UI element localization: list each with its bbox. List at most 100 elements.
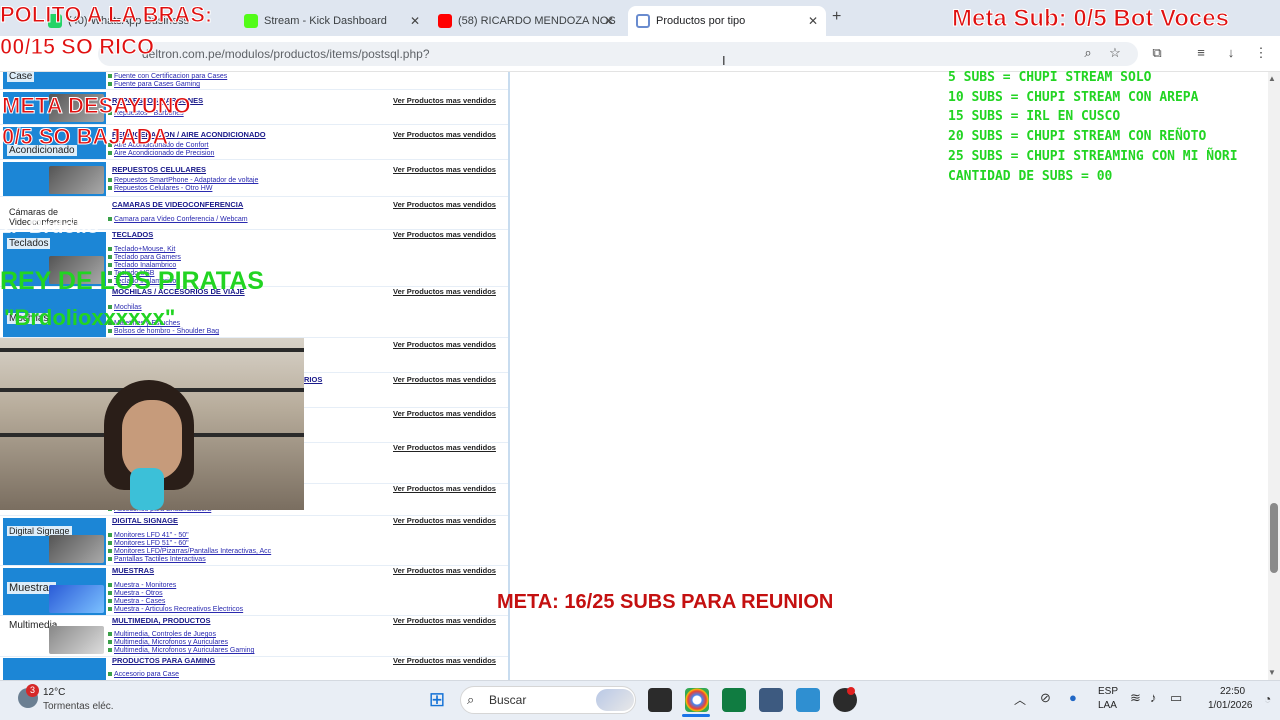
- view-top-products-link[interactable]: Ver Productos mas vendidos: [393, 375, 496, 384]
- product-image: [49, 626, 104, 654]
- view-top-products-link[interactable]: Ver Productos mas vendidos: [393, 230, 496, 239]
- close-tab-icon[interactable]: ✕: [604, 14, 614, 28]
- language-indicator[interactable]: ESP: [1098, 686, 1118, 697]
- new-tab-icon[interactable]: +: [832, 8, 841, 26]
- subcategory-link[interactable]: Muestra - Articulos Recreativos Electric…: [108, 606, 243, 613]
- category-link[interactable]: RIOS: [304, 375, 322, 384]
- calculator-icon[interactable]: [759, 688, 783, 712]
- view-top-products-link[interactable]: Ver Productos mas vendidos: [393, 287, 496, 296]
- battery-icon[interactable]: ▭: [1170, 690, 1182, 706]
- category-thumbnail[interactable]: Multimedia: [3, 618, 106, 656]
- bookmark-star-icon[interactable]: ☆: [1106, 44, 1124, 62]
- youtube-icon: [438, 14, 452, 28]
- extensions-icon[interactable]: ⧉: [1148, 44, 1166, 62]
- subcategory-link[interactable]: Fuente para Cases Gaming: [108, 81, 200, 88]
- subcategory-link[interactable]: Multimedia, Microfonos y Auriculares: [108, 639, 228, 646]
- view-top-products-link[interactable]: Ver Productos mas vendidos: [393, 616, 496, 625]
- category-link[interactable]: MULTIMEDIA, PRODUCTOS: [112, 616, 210, 625]
- weather-description[interactable]: Tormentas eléc.: [43, 701, 114, 712]
- webcam-feed: [0, 338, 304, 510]
- tab-productos[interactable]: Productos por tipo ✕: [628, 6, 826, 36]
- category-link[interactable]: PRODUCTOS PARA GAMING: [112, 656, 215, 665]
- subcategory-link[interactable]: Fuente con Certificacion para Cases: [108, 73, 227, 80]
- table-row: Muestras MUESTRAS Ver Productos mas vend…: [0, 566, 508, 616]
- view-top-products-link[interactable]: Ver Productos mas vendidos: [393, 165, 496, 174]
- view-top-products-link[interactable]: Ver Productos mas vendidos: [393, 484, 496, 493]
- subcategory-link[interactable]: Teclado para Gamers: [108, 254, 181, 261]
- category-thumbnail[interactable]: Digital Signage: [3, 518, 106, 565]
- scrollbar[interactable]: [1268, 72, 1280, 680]
- volume-icon[interactable]: ♪: [1150, 690, 1157, 705]
- table-row: Multimedia MULTIMEDIA, PRODUCTOS Ver Pro…: [0, 616, 508, 657]
- view-top-products-link[interactable]: Ver Productos mas vendidos: [393, 443, 496, 452]
- view-top-products-link[interactable]: Ver Productos mas vendidos: [393, 516, 496, 525]
- subcategory-link[interactable]: Muestra - Otros: [108, 590, 163, 597]
- clock-time[interactable]: 22:50: [1220, 686, 1245, 697]
- address-bar[interactable]: deltron.com.pe/modulos/productos/items/p…: [98, 42, 1138, 66]
- network-off-icon[interactable]: ⊘: [1040, 690, 1051, 706]
- category-link[interactable]: TECLADOS: [112, 230, 153, 239]
- weather-temperature[interactable]: 12°C: [43, 687, 65, 698]
- notification-icon[interactable]: ◔: [1264, 692, 1271, 706]
- subcategory-link[interactable]: Repuestos Celulares - Otro HW: [108, 185, 212, 192]
- file-explorer-icon[interactable]: [648, 688, 672, 712]
- category-thumbnail[interactable]: Muestras: [3, 568, 106, 615]
- scrollbar-thumb[interactable]: [1270, 503, 1278, 573]
- polito-goal-count: 00/15 SO RICO: [0, 34, 155, 60]
- subcategory-link[interactable]: Accesorio para Case: [108, 671, 179, 678]
- category-thumbnail[interactable]: [3, 658, 106, 680]
- microphone-icon[interactable]: ●: [1069, 690, 1077, 705]
- meta-desayuno-count: 0/5 SO BAJADA: [1, 124, 169, 150]
- keyboard-layout[interactable]: LAA: [1098, 700, 1117, 711]
- category-link[interactable]: REPUESTOS CELULARES: [112, 165, 206, 174]
- subcategory-link[interactable]: Teclado+Mouse, Kit: [108, 246, 175, 253]
- close-tab-icon[interactable]: ✕: [808, 14, 818, 28]
- subcategory-link[interactable]: Monitores LFD 41" - 50": [108, 532, 189, 539]
- chevron-up-icon[interactable]: ︿: [1014, 691, 1026, 708]
- menu-icon[interactable]: ⋮: [1252, 44, 1270, 62]
- close-tab-icon[interactable]: ✕: [410, 14, 420, 28]
- chrome-icon[interactable]: [685, 688, 709, 712]
- view-top-products-link[interactable]: Ver Productos mas vendidos: [393, 566, 496, 575]
- subcategory-link[interactable]: Pantallas Tactiles Interactivas: [108, 556, 206, 563]
- category-thumbnail[interactable]: Case: [3, 72, 106, 89]
- subcategory-link[interactable]: Multimedia, Microfonos y Auriculares Gam…: [108, 647, 254, 654]
- search-highlight-icon: [596, 689, 634, 711]
- sub-goal-item: CANTIDAD DE SUBS = 00: [948, 168, 1113, 184]
- notepad-icon[interactable]: [796, 688, 820, 712]
- view-top-products-link[interactable]: Ver Productos mas vendidos: [393, 200, 496, 209]
- view-top-products-link[interactable]: Ver Productos mas vendidos: [393, 130, 496, 139]
- view-top-products-link[interactable]: Ver Productos mas vendidos: [393, 656, 496, 665]
- meta-desayuno-title: META DESAYUNO: [2, 93, 192, 119]
- category-thumbnail[interactable]: [3, 162, 106, 196]
- category-link[interactable]: DIGITAL SIGNAGE: [112, 516, 178, 525]
- subcategory-link[interactable]: Muestra - Cases: [108, 598, 165, 605]
- scroll-up-icon[interactable]: ▲: [1268, 74, 1276, 83]
- sub-goal-item: 25 SUBS = CHUPI STREAMING CON MI ÑORI: [948, 148, 1238, 164]
- subcategory-link[interactable]: Multimedia, Controles de Juegos: [108, 631, 216, 638]
- subcategory-link[interactable]: Aire Acondicionado de Precision: [108, 150, 214, 157]
- category-link[interactable]: CAMARAS DE VIDEOCONFERENCIA: [112, 200, 243, 209]
- product-image: [49, 166, 104, 194]
- subcategory-link[interactable]: Monitores LFD 51" - 60": [108, 540, 189, 547]
- view-top-products-link[interactable]: Ver Productos mas vendidos: [393, 409, 496, 418]
- clock-date[interactable]: 1/01/2026: [1208, 700, 1253, 711]
- subcategory-link[interactable]: Muestra - Monitores: [108, 582, 176, 589]
- tab-kick[interactable]: Stream - Kick Dashboard ✕: [236, 6, 428, 36]
- subcategory-link[interactable]: Monitores LFD/Pizarras/Pantallas Interac…: [108, 548, 271, 555]
- download-icon[interactable]: ↓: [1222, 44, 1240, 62]
- rey-piratas-title: REY DE LOS PIRATAS: [0, 267, 264, 295]
- view-top-products-link[interactable]: Ver Productos mas vendidos: [393, 340, 496, 349]
- category-link[interactable]: MUESTRAS: [112, 566, 154, 575]
- view-top-products-link[interactable]: Ver Productos mas vendidos: [393, 96, 496, 105]
- tab-youtube[interactable]: (58) RICARDO MENDOZA NOS ✕: [430, 6, 622, 36]
- excel-icon[interactable]: [722, 688, 746, 712]
- media-icon[interactable]: ≡: [1192, 44, 1210, 62]
- table-row: PRODUCTOS PARA GAMING Ver Productos mas …: [0, 656, 508, 680]
- scroll-down-icon[interactable]: ▼: [1268, 668, 1276, 677]
- subcategory-link[interactable]: Repuestos SmartPhone - Adaptador de volt…: [108, 177, 258, 184]
- subcategory-link[interactable]: Camara para Video Conferencia / Webcam: [108, 216, 248, 223]
- zoom-icon[interactable]: ⌕: [1079, 44, 1097, 62]
- windows-start-icon[interactable]: ⊞: [425, 688, 449, 712]
- wifi-icon[interactable]: ≋: [1130, 690, 1141, 706]
